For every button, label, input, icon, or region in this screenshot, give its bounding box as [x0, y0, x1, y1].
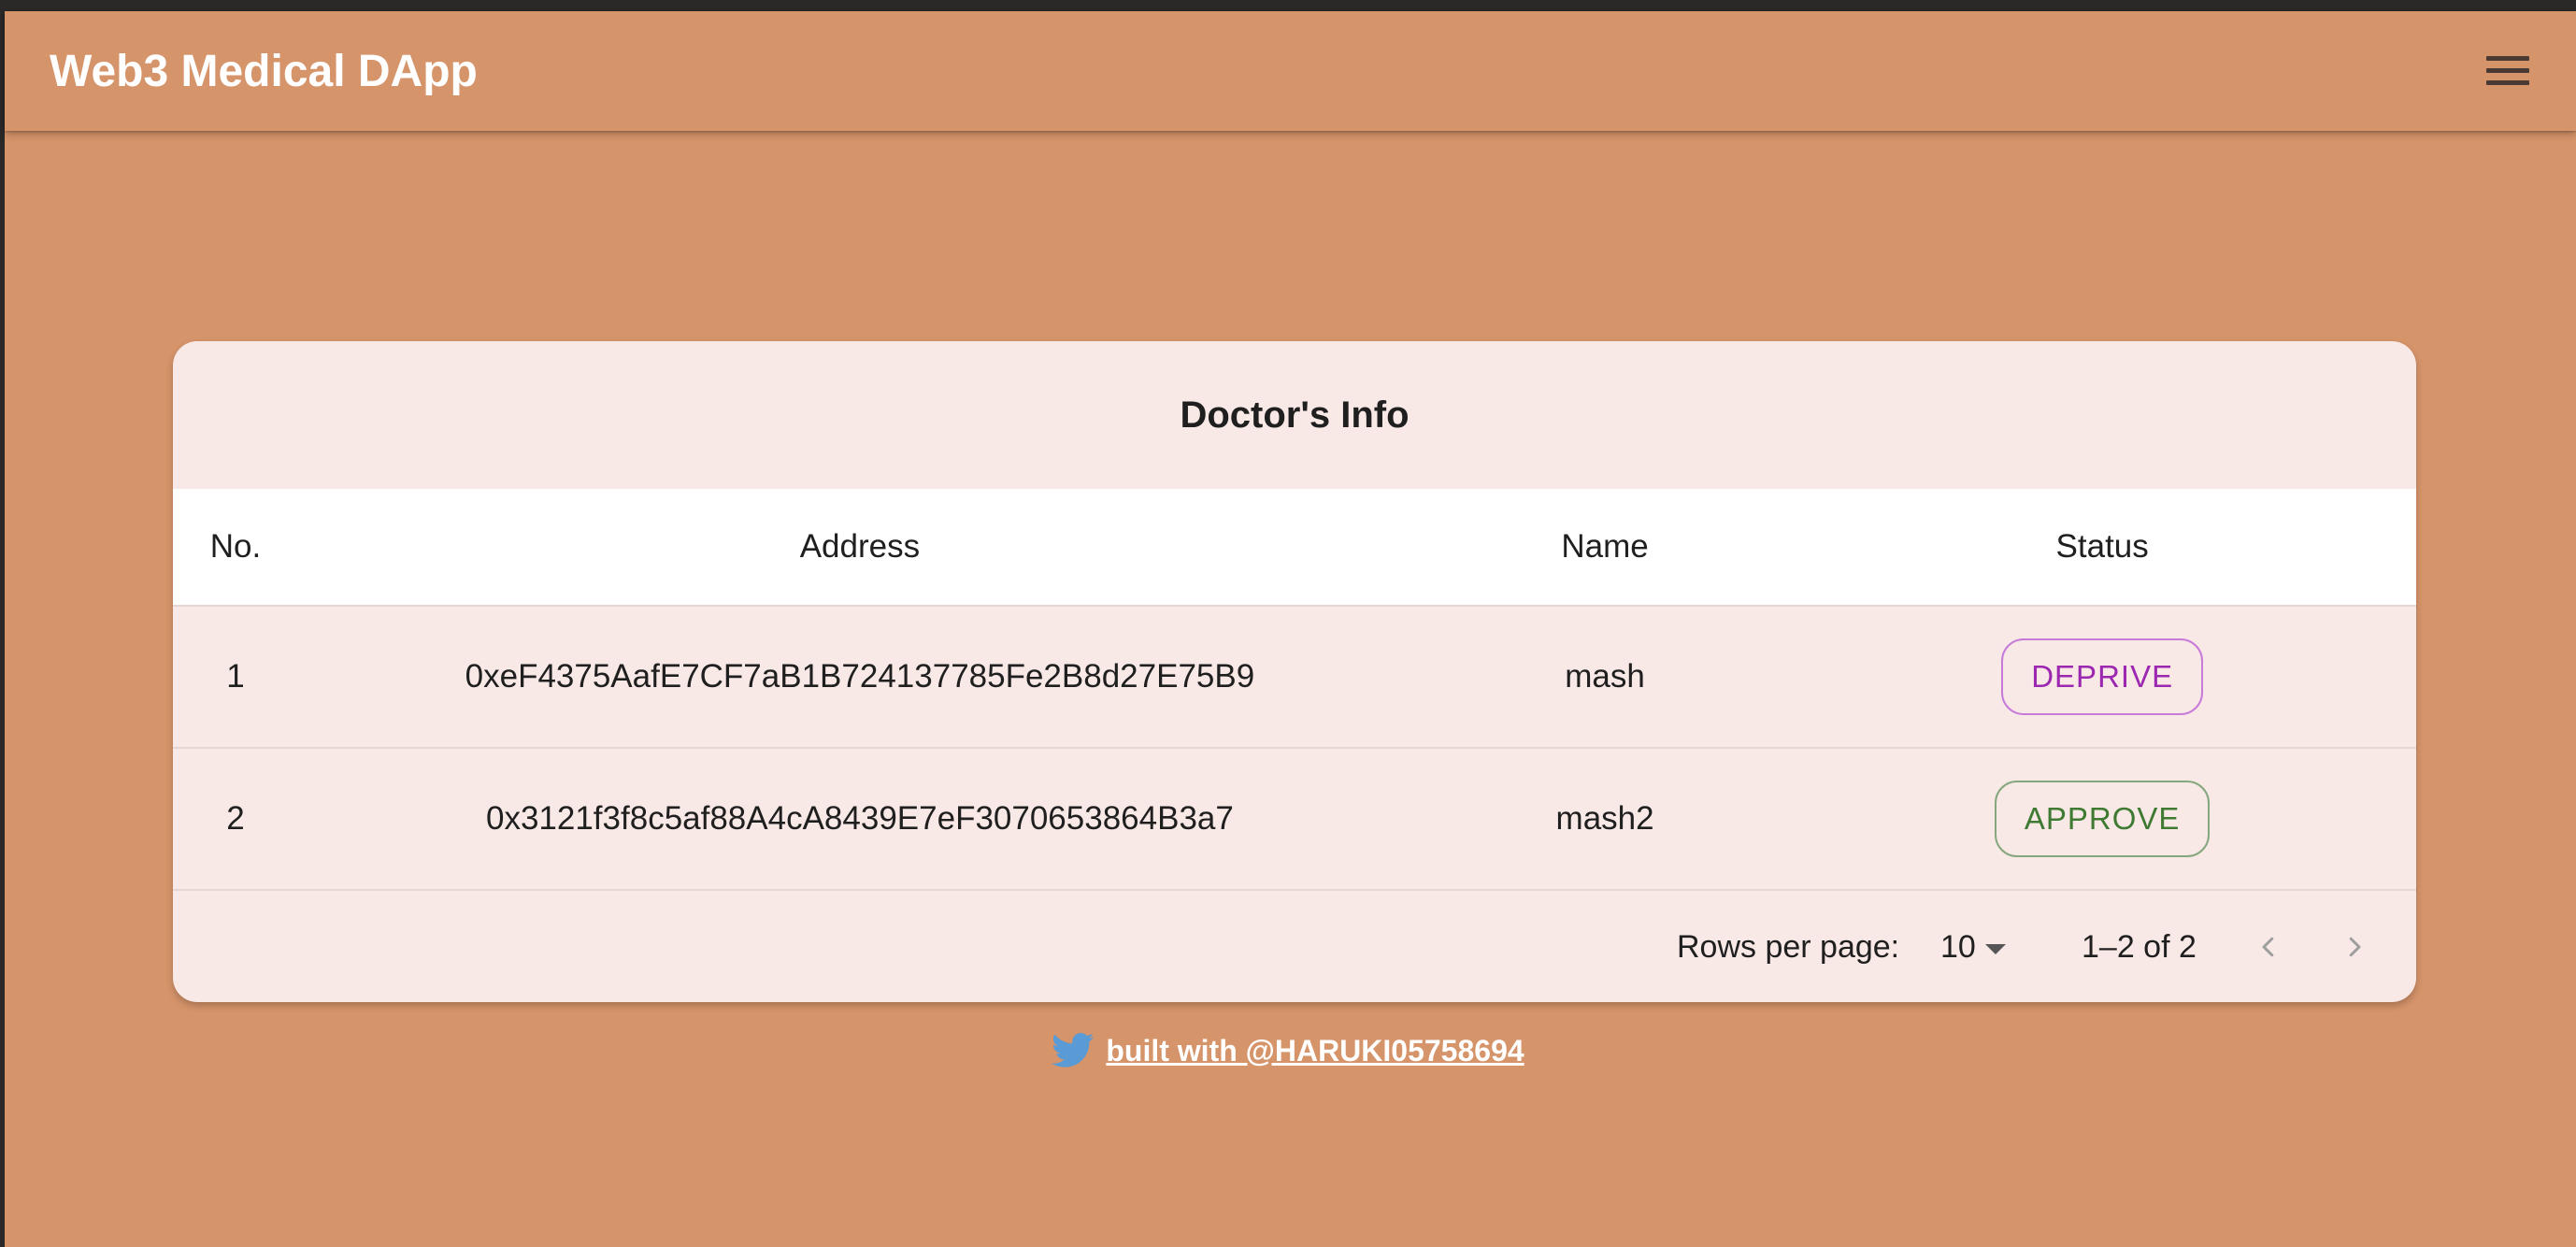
table-pagination: Rows per page: 10 1–2 of 2: [173, 893, 2416, 1002]
caret-down-icon: [1984, 944, 2006, 954]
row-status: APPROVE: [1788, 781, 2416, 857]
deprive-button[interactable]: DEPRIVE: [2001, 638, 2204, 715]
twitter-icon: [1052, 1032, 1095, 1069]
twitter-link[interactable]: built with @HARUKI05758694: [1052, 1032, 1524, 1069]
row-name: mash: [1565, 658, 1645, 695]
footer: built with @HARUKI05758694: [0, 1025, 2576, 1077]
app-bar: Web3 Medical DApp: [5, 11, 2576, 131]
approve-button[interactable]: APPROVE: [1994, 781, 2211, 857]
column-header-address: Address: [799, 528, 921, 565]
rows-per-page-value: 10: [1940, 929, 1976, 965]
table-row: 2 0x3121f3f8c5af88A4cA8439E7eF3070653864…: [173, 749, 2416, 891]
page-range-label: 1–2 of 2: [2082, 929, 2197, 965]
row-number: 2: [226, 800, 245, 837]
table-header-row: No. Address Name Status: [173, 489, 2416, 607]
column-header-name: Name: [1561, 528, 1649, 565]
card-title: Doctor's Info: [1180, 394, 1410, 436]
chevron-left-icon[interactable]: [2248, 926, 2289, 968]
window-top-edge: [0, 0, 2576, 11]
column-header-no: No.: [209, 528, 262, 565]
row-name: mash2: [1555, 800, 1654, 837]
table-row: 1 0xeF4375AafE7CF7aB1B724137785Fe2B8d27E…: [173, 607, 2416, 749]
rows-per-page-label: Rows per page:: [1677, 929, 1900, 965]
row-address: 0xeF4375AafE7CF7aB1B724137785Fe2B8d27E75…: [465, 658, 1255, 695]
footer-link-text: built with @HARUKI05758694: [1106, 1033, 1524, 1068]
row-address: 0x3121f3f8c5af88A4cA8439E7eF3070653864B3…: [485, 800, 1234, 837]
chevron-right-icon[interactable]: [2334, 926, 2375, 968]
menu-icon[interactable]: [2483, 45, 2533, 95]
doctors-table: No. Address Name Status 1 0xeF4375AafE7C…: [173, 489, 2416, 947]
row-number: 1: [226, 658, 245, 695]
app-title: Web3 Medical DApp: [50, 47, 478, 96]
rows-per-page-select[interactable]: 10: [1940, 893, 2006, 1002]
doctors-info-card: Doctor's Info No. Address Name Status 1 …: [173, 341, 2416, 1002]
column-header-status: Status: [2055, 528, 2149, 565]
row-status: DEPRIVE: [1788, 638, 2416, 715]
